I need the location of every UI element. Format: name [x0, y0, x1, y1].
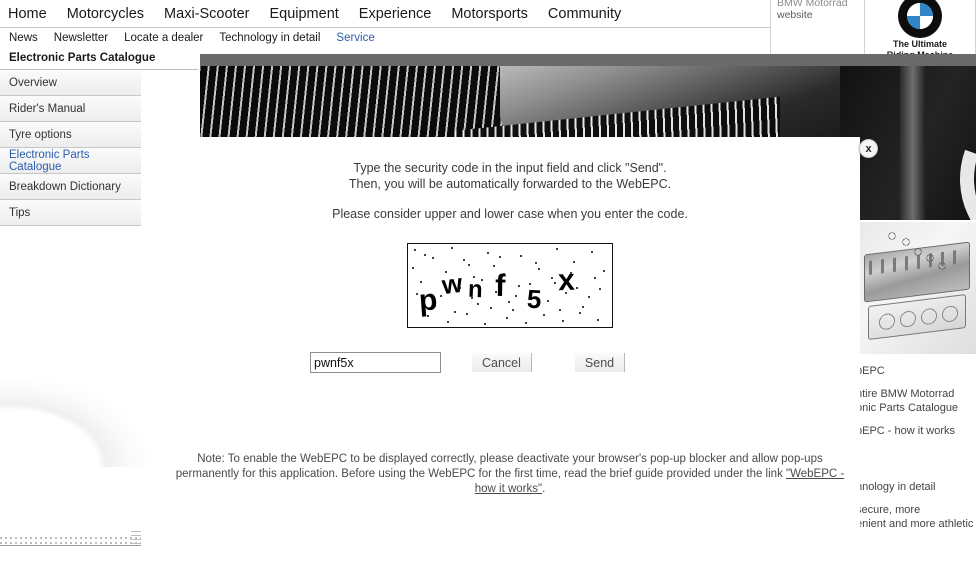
dialog-instruction-block-1: Type the security code in the input fiel… [160, 160, 860, 192]
right-column-links: bEPC ntire BMW Motorrad onic Parts Catal… [860, 364, 976, 531]
right-text-convenient-more-athletic: enient and more athletic [860, 518, 974, 530]
security-code-input[interactable] [310, 352, 441, 373]
nav-item-experience[interactable]: Experience [359, 6, 432, 22]
right-text-entire-bmw-motorrad: ntire BMW Motorrad [860, 388, 955, 400]
engine-parts-diagram-icon[interactable] [860, 222, 976, 354]
subnav-item-service[interactable]: Service [336, 32, 374, 44]
nav-item-home[interactable]: Home [8, 6, 47, 22]
sidebar-title: Electronic Parts Catalogue [0, 47, 198, 70]
right-link-webepc[interactable]: bEPC [860, 364, 976, 378]
bmw-quadrant-bottom-right [920, 16, 933, 29]
captcha-char-0: p [417, 283, 439, 318]
sidebar-item-overview[interactable]: Overview [0, 70, 141, 96]
bmw-roundel-inner [907, 3, 933, 29]
bmw-quadrant-top-left [907, 3, 920, 16]
secondary-navigation: News Newsletter Locate a dealer Technolo… [0, 28, 770, 47]
bmw-roundel-logo-icon [898, 0, 942, 38]
right-text-secure-more: secure, more [860, 504, 921, 516]
close-x-icon[interactable]: x [859, 139, 878, 158]
captcha-char-2: n [467, 275, 484, 304]
nav-item-community[interactable]: Community [548, 6, 621, 22]
sidebar-item-breakdown-dictionary[interactable]: Breakdown Dictionary [0, 174, 141, 200]
sidebar-item-electronic-parts-catalogue[interactable]: Electronic Parts Catalogue [0, 148, 141, 174]
captcha-char-1: w [440, 267, 464, 301]
captcha-image: pwnf5x [407, 243, 613, 328]
right-link-technology-in-detail[interactable]: nnology in detail [860, 480, 976, 494]
nav-item-motorcycles[interactable]: Motorcycles [67, 6, 144, 22]
hero-fork-tube [900, 54, 926, 220]
captcha-form-row: Cancel Send [160, 352, 860, 373]
captcha-char-5: x [557, 263, 576, 298]
dialog-instruction-line-3: Please consider upper and lower case whe… [332, 207, 688, 221]
sidebar-dashed-tick [131, 531, 141, 547]
brand-website-line: website [777, 9, 813, 21]
note-end-period: . [542, 483, 546, 495]
captcha-characters: pwnf5x [408, 244, 612, 327]
captcha-char-3: f [494, 267, 506, 304]
sidebar-item-riders-manual[interactable]: Rider's Manual [0, 96, 141, 122]
security-code-dialog: x Type the security code in the input fi… [160, 137, 878, 573]
cancel-button[interactable]: Cancel [472, 353, 532, 372]
subnav-item-news[interactable]: News [9, 32, 38, 44]
nav-item-equipment[interactable]: Equipment [269, 6, 338, 22]
bmw-logo-box[interactable]: The Ultimate Riding Machine [865, 0, 976, 62]
popup-blocker-note: Note: To enable the WebEPC to be display… [165, 452, 855, 497]
brand-website-label: BMW Motorrad website [770, 0, 865, 62]
bmw-quadrant-bottom-left [907, 16, 920, 29]
primary-navigation: Home Motorcycles Maxi-Scooter Equipment … [0, 0, 770, 28]
subnav-item-newsletter[interactable]: Newsletter [54, 32, 108, 44]
nav-item-motorsports[interactable]: Motorsports [451, 6, 528, 22]
note-line-1: Note: To enable the WebEPC to be display… [197, 453, 823, 465]
nav-item-maxi-scooter[interactable]: Maxi-Scooter [164, 6, 249, 22]
dialog-instruction-line-1: Type the security code in the input fiel… [353, 161, 667, 175]
sidebar-item-tyre-options[interactable]: Tyre options [0, 122, 141, 148]
hero-top-band [200, 54, 976, 66]
subnav-item-technology-in-detail[interactable]: Technology in detail [219, 32, 320, 44]
page-root: Home Motorcycles Maxi-Scooter Equipment … [0, 0, 976, 573]
bmw-quadrant-top-right [920, 3, 933, 16]
sidebar-dashed-divider [0, 534, 141, 546]
right-text-electronic-parts-catalogue: onic Parts Catalogue [860, 402, 959, 414]
diagram-callout-markers [860, 222, 976, 354]
send-button[interactable]: Send [574, 353, 626, 372]
captcha-char-4: 5 [526, 283, 543, 315]
right-link-webepc-how-it-works[interactable]: bEPC - how it works [860, 424, 976, 438]
dialog-instruction-line-2: Then, you will be automatically forwarde… [348, 177, 672, 191]
note-line-2: permanently for this application. Before… [175, 468, 783, 480]
brand-website-clipped-line: BMW Motorrad [777, 0, 848, 9]
brand-tagline-line1: The Ultimate [892, 39, 947, 49]
sidebar-item-tips[interactable]: Tips [0, 200, 141, 226]
brand-header: BMW Motorrad website The Ultimate Riding… [770, 0, 976, 62]
right-column: bEPC ntire BMW Motorrad onic Parts Catal… [860, 222, 976, 573]
subnav-item-locate-a-dealer[interactable]: Locate a dealer [124, 32, 203, 44]
